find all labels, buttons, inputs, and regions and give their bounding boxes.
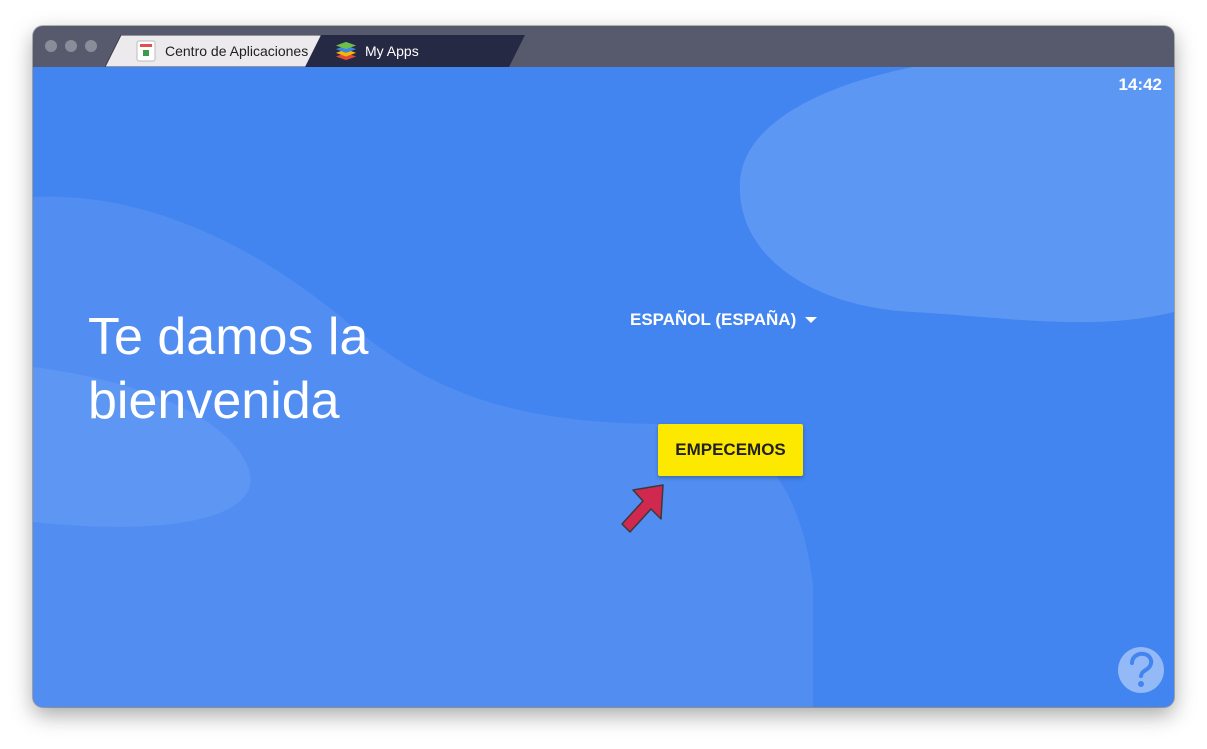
- tab-label: Centro de Aplicaciones: [165, 43, 309, 59]
- app-center-icon: [136, 40, 156, 62]
- start-button[interactable]: EMPECEMOS: [658, 424, 803, 476]
- title-bar: Centro de Aplicaciones My Apps: [33, 26, 1174, 67]
- close-window-button[interactable]: [45, 40, 57, 52]
- language-label: ESPAÑOL (ESPAÑA): [630, 310, 797, 329]
- minimize-window-button[interactable]: [65, 40, 77, 52]
- language-selector[interactable]: ESPAÑOL (ESPAÑA): [630, 310, 818, 330]
- app-window: Centro de Aplicaciones My Apps 14:42 Te …: [33, 26, 1174, 707]
- welcome-title: Te damos la bienvenida: [88, 305, 488, 433]
- chevron-down-icon: [805, 317, 818, 323]
- tab-app-center[interactable]: Centro de Aplicaciones: [105, 35, 327, 67]
- tab-my-apps[interactable]: My Apps: [305, 35, 525, 67]
- status-clock: 14:42: [1118, 75, 1162, 94]
- welcome-screen: 14:42 Te damos la bienvenida ESPAÑOL (ES…: [33, 67, 1174, 707]
- welcome-title-line1: Te damos la: [88, 308, 369, 366]
- maximize-window-button[interactable]: [85, 40, 97, 52]
- tab-label: My Apps: [365, 43, 419, 59]
- welcome-title-line2: bienvenida: [88, 372, 340, 430]
- bluestacks-icon: [335, 41, 357, 61]
- logo-watermark-icon: [1118, 647, 1164, 693]
- pointer-arrow-icon: [621, 484, 664, 533]
